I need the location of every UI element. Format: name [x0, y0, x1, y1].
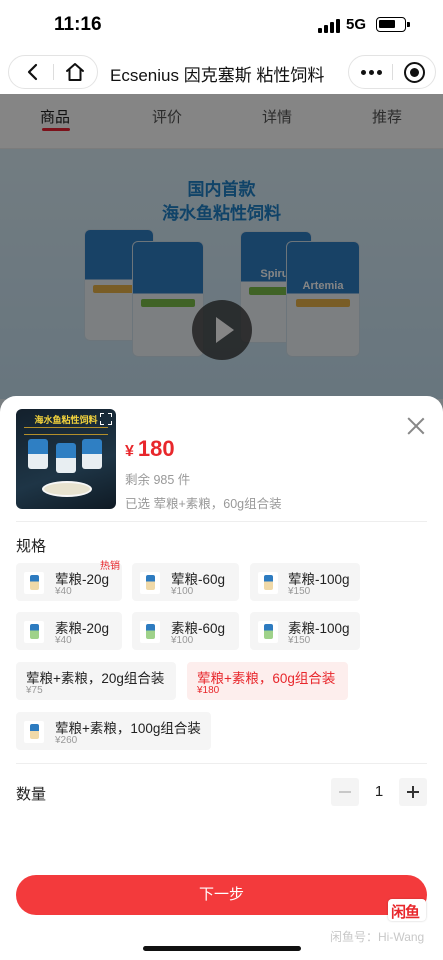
spec-price: ¥150: [288, 635, 311, 646]
price: ¥180: [125, 436, 175, 462]
spec-name: 荤粮-60g: [171, 572, 226, 587]
watermark-logo: 闲鱼: [388, 899, 426, 921]
expand-icon[interactable]: [100, 413, 112, 425]
quantity-label: 数量: [16, 786, 47, 803]
price-currency: ¥: [125, 443, 134, 460]
next-step-button[interactable]: 下一步: [16, 875, 427, 915]
status-time: 11:16: [54, 14, 102, 35]
spec-option[interactable]: 素粮-20g ¥40: [16, 612, 122, 650]
thumbnail-pack: [28, 439, 48, 469]
spec-name: 素粮-100g: [288, 621, 350, 636]
selected-spec-text: 已选 荤粮+素粮，60g组合装: [125, 497, 282, 511]
spec-price: ¥100: [171, 635, 194, 646]
watermark-text: 闲鱼号：Hi-Wang: [330, 930, 425, 944]
thumbnail-dish: [42, 481, 92, 497]
signal-icon: [318, 19, 340, 33]
spec-icon: [258, 621, 278, 643]
spec-icon: [140, 621, 160, 643]
spec-name: 素粮-60g: [171, 621, 226, 636]
stock-text: 剩余 985 件: [125, 473, 191, 487]
quantity-stepper: 1: [331, 778, 427, 806]
spec-icon: [140, 572, 160, 594]
spec-name: 荤粮+素粮，60g组合装: [197, 671, 336, 686]
thumbnail-subtitle-bar: [24, 427, 108, 435]
home-icon[interactable]: [64, 61, 86, 83]
hot-tag: 热销: [100, 561, 120, 572]
divider: [16, 521, 427, 522]
spec-icon: [24, 721, 44, 743]
spec-label: 规格: [16, 538, 47, 555]
spec-icon: [258, 572, 278, 594]
spec-price: ¥40: [55, 635, 72, 646]
product-thumbnail[interactable]: 海水鱼粘性饲料: [16, 409, 116, 509]
nav-left-capsule: [8, 55, 98, 89]
spec-option[interactable]: 荤粮-100g ¥150: [250, 563, 360, 601]
close-icon[interactable]: [407, 417, 425, 435]
more-icon[interactable]: [361, 70, 383, 76]
spec-option[interactable]: 荤粮-60g ¥100: [132, 563, 239, 601]
spec-price: ¥180: [197, 685, 220, 696]
battery-icon: [376, 17, 410, 32]
spec-price: ¥260: [55, 735, 78, 746]
nav-bar: Ecsenius 因克塞斯 粘性饲料: [0, 50, 443, 94]
price-value: 180: [137, 436, 175, 461]
sku-bottom-sheet: 海水鱼粘性饲料 ¥180 剩余 985 件 已选 荤粮+素粮，60g组合装 规格…: [0, 396, 443, 960]
spec-icon: [24, 621, 44, 643]
spec-price: ¥100: [171, 586, 194, 597]
spec-name: 荤粮-100g: [288, 572, 350, 587]
target-icon[interactable]: [404, 62, 425, 83]
plus-icon[interactable]: [399, 778, 427, 806]
spec-price: ¥75: [26, 685, 43, 696]
spec-price: ¥40: [55, 586, 72, 597]
divider: [16, 763, 427, 764]
spec-option[interactable]: 素粮-100g ¥150: [250, 612, 360, 650]
nav-divider: [392, 64, 393, 80]
watermark-logo-text: 闲鱼: [391, 904, 420, 921]
thumbnail-pack: [56, 443, 76, 473]
nav-right-capsule: [348, 55, 436, 89]
spec-price: ¥150: [288, 586, 311, 597]
page-title: Ecsenius 因克塞斯 粘性饲料: [110, 66, 325, 85]
minus-icon[interactable]: [331, 778, 359, 806]
home-indicator: [143, 946, 301, 951]
spec-name: 素粮-20g: [55, 621, 110, 636]
quantity-value[interactable]: 1: [361, 778, 397, 806]
spec-option[interactable]: 荤粮+素粮，100g组合装 ¥260: [16, 712, 211, 750]
back-icon[interactable]: [23, 62, 43, 82]
spec-icon: [24, 572, 44, 594]
spec-name: 荤粮+素粮，100g组合装: [55, 721, 201, 736]
status-bar: 11:16 5G: [0, 0, 443, 50]
thumbnail-pack: [82, 439, 102, 469]
spec-name: 荤粮+素粮，20g组合装: [26, 671, 165, 686]
nav-divider: [53, 64, 54, 80]
spec-option[interactable]: 素粮-60g ¥100: [132, 612, 239, 650]
network-label: 5G: [346, 16, 367, 33]
spec-option[interactable]: 荤粮+素粮，20g组合装 ¥75: [16, 662, 176, 700]
spec-option-selected[interactable]: 荤粮+素粮，60g组合装 ¥180: [187, 662, 348, 700]
